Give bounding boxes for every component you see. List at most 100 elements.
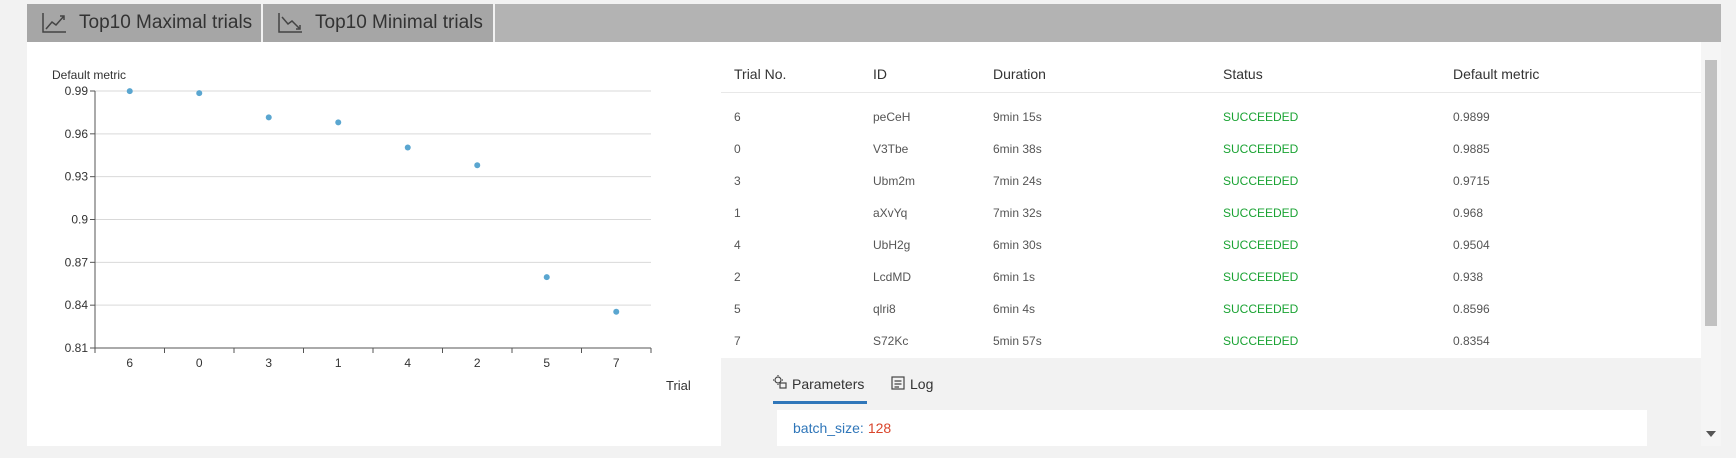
data-point — [196, 90, 203, 97]
tab-parameters[interactable]: Parameters — [773, 366, 867, 404]
chart-points — [126, 88, 620, 315]
table-row[interactable]: 5 qlri8 6min 4s SUCCEEDED 0.8596 — [721, 293, 1701, 325]
y-tick-label: 0.87 — [65, 255, 89, 269]
data-point — [474, 162, 481, 169]
x-tick-label: 2 — [474, 356, 481, 370]
chart-x-axis-title: Trial — [666, 378, 691, 393]
table-row[interactable]: 0 V3Tbe 6min 38s SUCCEEDED 0.9885 — [721, 133, 1701, 165]
cell-default-metric: 0.9715 — [1453, 174, 1490, 188]
cell-duration: 7min 24s — [993, 174, 1042, 188]
cell-trial-no: 3 — [734, 174, 741, 188]
cell-id: V3Tbe — [873, 142, 909, 156]
cell-duration: 6min 1s — [993, 270, 1036, 284]
cell-duration: 6min 30s — [993, 238, 1042, 252]
tab-top10-minimal-label: Top10 Minimal trials — [315, 12, 483, 33]
cell-trial-no: 4 — [734, 238, 741, 252]
y-tick-label: 0.9 — [71, 213, 88, 227]
cell-duration: 6min 4s — [993, 302, 1036, 316]
parameters-icon — [773, 375, 792, 392]
table-row[interactable]: 6 peCeH 9min 15s SUCCEEDED 0.9899 — [721, 101, 1701, 133]
parameters-content: batch_size: 128 — [777, 410, 1647, 446]
cell-id: LcdMD — [873, 270, 912, 284]
cell-duration: 9min 15s — [993, 110, 1042, 124]
chart-y-axis: 0.99 0.96 0.93 0.9 0.87 0.84 0.81 — [65, 84, 96, 355]
cell-id: peCeH — [873, 110, 911, 124]
y-tick-label: 0.96 — [65, 127, 89, 141]
cell-default-metric: 0.9885 — [1453, 142, 1490, 156]
y-tick-label: 0.99 — [65, 84, 89, 98]
trend-down-icon — [277, 12, 303, 34]
parameter-value: 128 — [867, 420, 892, 436]
x-tick-label: 4 — [404, 356, 411, 370]
log-icon — [891, 375, 910, 393]
tab-top10-minimal[interactable]: Top10 Minimal trials — [263, 4, 495, 42]
tab-parameters-label: Parameters — [792, 375, 865, 392]
cell-duration: 5min 57s — [993, 334, 1042, 348]
cell-default-metric: 0.938 — [1453, 270, 1484, 284]
cell-default-metric: 0.9899 — [1453, 110, 1490, 124]
cell-status: SUCCEEDED — [1223, 270, 1299, 284]
trials-tab-bar: Top10 Maximal trials Top10 Minimal trial… — [27, 4, 1721, 42]
trend-up-icon — [41, 12, 67, 34]
x-tick-label: 5 — [543, 356, 550, 370]
cell-id: S72Kc — [873, 334, 909, 348]
cell-duration: 6min 38s — [993, 142, 1042, 156]
cell-default-metric: 0.8354 — [1453, 334, 1490, 348]
x-tick-label: 7 — [613, 356, 620, 370]
table-row[interactable]: 3 Ubm2m 7min 24s SUCCEEDED 0.9715 — [721, 165, 1701, 197]
x-tick-label: 3 — [265, 356, 272, 370]
scrollbar-thumb[interactable] — [1705, 60, 1717, 326]
data-point — [126, 88, 133, 95]
cell-status: SUCCEEDED — [1223, 238, 1299, 252]
chart-x-axis: 6 0 3 1 4 2 5 7 — [94, 347, 652, 370]
cell-default-metric: 0.968 — [1453, 206, 1484, 220]
cell-status: SUCCEEDED — [1223, 302, 1299, 316]
x-tick-label: 6 — [126, 356, 133, 370]
data-point — [404, 144, 411, 151]
data-point — [265, 114, 272, 121]
data-point — [335, 119, 342, 126]
cell-duration: 7min 32s — [993, 206, 1042, 220]
table-header-row: Trial No. ID Duration Status Default met… — [721, 56, 1701, 93]
column-header-id[interactable]: ID — [873, 56, 887, 92]
cell-default-metric: 0.9504 — [1453, 238, 1490, 252]
cell-status: SUCCEEDED — [1223, 142, 1299, 156]
y-tick-label: 0.84 — [65, 298, 89, 312]
cell-status: SUCCEEDED — [1223, 174, 1299, 188]
y-tick-label: 0.93 — [65, 170, 89, 184]
cell-id: Ubm2m — [873, 174, 916, 188]
parameter-key: batch_size: — [793, 420, 864, 436]
column-header-status[interactable]: Status — [1223, 56, 1263, 92]
table-row[interactable]: 7 S72Kc 5min 57s SUCCEEDED 0.8354 — [721, 325, 1701, 357]
cell-trial-no: 5 — [734, 302, 741, 316]
scroll-down-arrow-icon[interactable] — [1706, 431, 1716, 437]
table-row[interactable]: 4 UbH2g 6min 30s SUCCEEDED 0.9504 — [721, 229, 1701, 261]
tab-top10-maximal-label: Top10 Maximal trials — [79, 12, 253, 33]
column-header-trial-no[interactable]: Trial No. — [734, 56, 786, 92]
cell-status: SUCCEEDED — [1223, 110, 1299, 124]
data-point — [613, 308, 620, 315]
cell-trial-no: 7 — [734, 334, 741, 348]
cell-id: qlri8 — [873, 302, 896, 316]
column-header-default-metric[interactable]: Default metric — [1453, 56, 1539, 92]
tab-log[interactable]: Log — [891, 366, 933, 402]
trials-table: Trial No. ID Duration Status Default met… — [721, 42, 1701, 358]
cell-trial-no: 0 — [734, 142, 741, 156]
top-trials-chart-panel: 0.99 0.96 0.93 0.9 0.87 0.84 0.81 6 0 3 1 4 2 5 7 Def… — [27, 42, 721, 446]
tab-top10-maximal[interactable]: Top10 Maximal trials — [27, 4, 263, 42]
cell-id: UbH2g — [873, 238, 911, 252]
cell-trial-no: 6 — [734, 110, 741, 124]
top-trials-scatter-chart: 0.99 0.96 0.93 0.9 0.87 0.84 0.81 6 0 3 1 4 2 5 7 Def… — [52, 68, 691, 393]
column-header-duration[interactable]: Duration — [993, 56, 1046, 92]
tab-log-label: Log — [910, 376, 934, 392]
cell-trial-no: 2 — [734, 270, 741, 284]
cell-status: SUCCEEDED — [1223, 206, 1299, 220]
cell-status: SUCCEEDED — [1223, 334, 1299, 348]
x-tick-label: 0 — [196, 356, 203, 370]
table-row[interactable]: 1 aXvYq 7min 32s SUCCEEDED 0.968 — [721, 197, 1701, 229]
cell-id: aXvYq — [873, 206, 908, 220]
x-tick-label: 1 — [335, 356, 342, 370]
table-row[interactable]: 2 LcdMD 6min 1s SUCCEEDED 0.938 — [721, 261, 1701, 293]
chart-y-axis-title: Default metric — [52, 68, 126, 82]
cell-default-metric: 0.8596 — [1453, 302, 1490, 316]
